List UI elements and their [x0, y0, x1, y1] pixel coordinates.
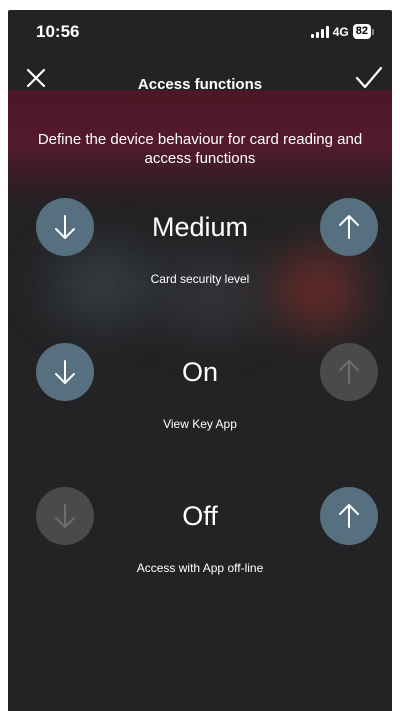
battery-icon: 82 [352, 24, 371, 39]
background-blur [273, 250, 363, 330]
screen-description: Define the device behaviour for card rea… [37, 131, 363, 167]
setting-label: Card security level [150, 272, 250, 286]
setting-label: View Key App [163, 417, 237, 431]
checkmark-icon [355, 66, 383, 89]
increase-button-disabled[interactable] [320, 343, 378, 401]
signal-icon [310, 25, 329, 38]
status-indicators: 4G 82 [310, 24, 374, 39]
confirm-button[interactable] [354, 64, 384, 92]
status-bar: 10:56 4G 82 [8, 10, 392, 54]
page-title: Access functions [137, 76, 263, 93]
arrow-up-icon [339, 360, 359, 384]
increase-button[interactable] [320, 198, 378, 256]
app-screen: 10:56 4G 82 Access functions Define the … [8, 10, 392, 711]
navigation-bar: Access functions [8, 58, 392, 98]
arrow-up-icon [339, 215, 359, 239]
battery-tip [372, 28, 374, 35]
status-time: 10:56 [36, 22, 80, 41]
background-blur [158, 255, 268, 335]
network-type: 4G [332, 24, 349, 39]
increase-button[interactable] [320, 487, 378, 545]
setting-label: Access with App off-line [136, 561, 264, 575]
arrow-up-icon [339, 504, 359, 528]
